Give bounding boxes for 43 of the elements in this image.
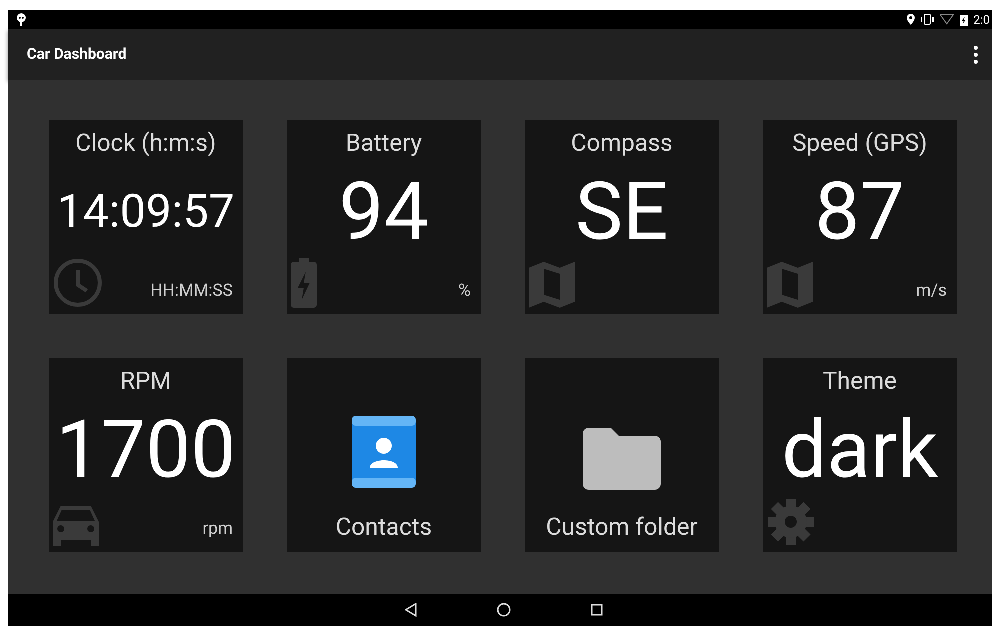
widget-tile[interactable]: Speed (GPS) 87 m/s (763, 120, 957, 314)
back-button[interactable] (405, 603, 417, 617)
tile-title: Speed (GPS) (792, 128, 928, 158)
battery-icon (960, 14, 968, 26)
shortcut-label: Contacts (336, 512, 432, 542)
tile-title: Compass (571, 128, 673, 158)
tile-value: 87 (815, 172, 905, 252)
tile-value: SE (576, 172, 668, 252)
widget-tile[interactable]: RPM 1700 rpm (49, 358, 243, 552)
tile-title: RPM (120, 366, 172, 396)
map-icon (529, 262, 575, 308)
battery-icon (291, 258, 317, 308)
tile-value: 1700 (56, 410, 236, 490)
unit-label: % (458, 280, 471, 302)
vibrate-icon (920, 14, 934, 25)
tile-title: Clock (h:m:s) (76, 128, 216, 158)
location-icon (906, 14, 915, 25)
unit-label: HH:MM:SS (150, 280, 233, 302)
tile-value: dark (782, 410, 938, 490)
app-shortcut-tile[interactable]: Contacts (287, 358, 481, 552)
car-icon (53, 506, 99, 546)
tile-value: 94 (339, 172, 429, 252)
map-icon (767, 262, 813, 308)
widget-tile[interactable]: Compass SE (525, 120, 719, 314)
clock-icon (53, 258, 103, 308)
home-button[interactable] (497, 603, 511, 617)
tile-title: Theme (822, 366, 898, 396)
folder-icon (583, 428, 661, 490)
unit-label: rpm (202, 518, 233, 540)
settings-icon (767, 498, 815, 546)
app-title: Car Dashboard (27, 44, 127, 66)
status-time: 2:0 (974, 14, 990, 26)
app-shortcut-tile[interactable]: Custom folder (525, 358, 719, 552)
tile-title: Battery (346, 128, 422, 158)
unit-label: m/s (916, 280, 947, 302)
tile-value: 14:09:57 (57, 184, 235, 241)
widget-tile[interactable]: Theme dark (763, 358, 957, 552)
notification-icon (16, 13, 27, 26)
widget-tile[interactable]: Clock (h:m:s) 14:09:57 HH:MM:SS (49, 120, 243, 314)
widget-tile[interactable]: Battery 94 % (287, 120, 481, 314)
recents-button[interactable] (591, 604, 603, 616)
wifi-icon (940, 14, 954, 25)
shortcut-label: Custom folder (546, 512, 698, 542)
